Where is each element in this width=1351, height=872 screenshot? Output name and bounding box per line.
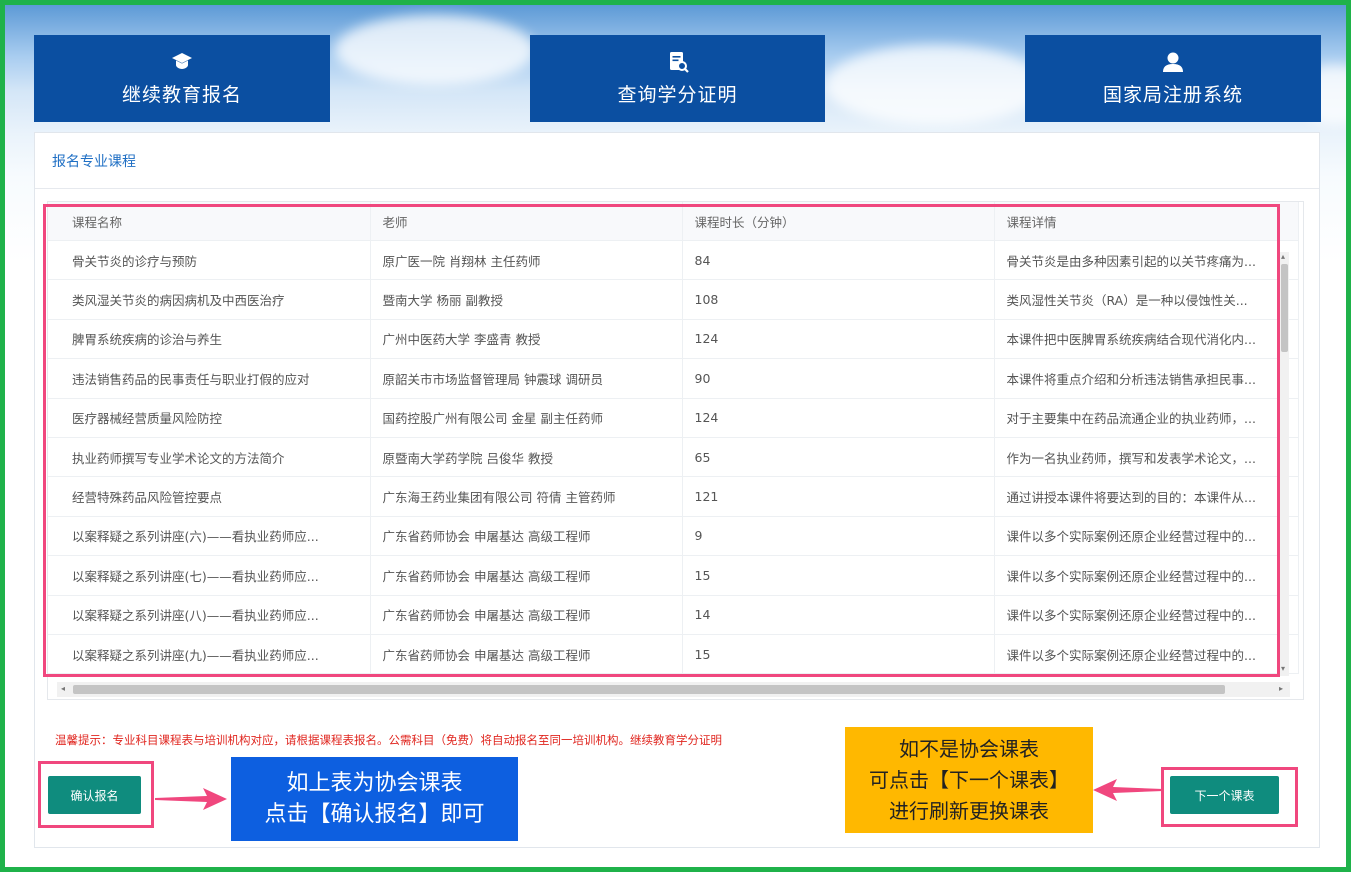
vertical-scrollbar-thumb[interactable] [1281,264,1288,352]
callout-line: 进行刷新更换课表 [889,798,1049,823]
table-highlight-box [43,204,1280,677]
next-schedule-button[interactable]: 下一个课表 [1170,776,1279,814]
scroll-down-arrow-icon[interactable]: ▾ [1281,664,1285,673]
callout-line: 如不是协会课表 [899,736,1039,761]
cloud-decoration [825,45,1045,125]
instruction-callout-yellow: 如不是协会课表 可点击【下一个课表】 进行刷新更换课表 [845,727,1093,833]
nav-button-enroll[interactable]: 继续教育报名 [34,35,330,122]
page-frame: 继续教育报名 查询学分证明 国家局注册系统 报名专业课程 课程名称 老师 课程时… [0,0,1351,872]
instruction-callout-blue: 如上表为协会课表 点击【确认报名】即可 [231,757,518,841]
nav-button-credit-query[interactable]: 查询学分证明 [530,35,825,122]
enrollment-hint: 温馨提示：专业科目课程表与培训机构对应，请根据课程表报名。公需科目（免费）将自动… [55,733,722,747]
cloud-decoration [335,15,535,85]
nav-button-label: 查询学分证明 [617,84,738,106]
nav-button-registration-system[interactable]: 国家局注册系统 [1025,35,1321,122]
document-search-icon [669,52,689,73]
scroll-up-arrow-icon[interactable]: ▴ [1281,252,1285,261]
callout-line: 可点击【下一个课表】 [869,767,1069,792]
pointer-arrow-left-icon [155,788,227,810]
graduation-cap-icon [172,53,192,69]
horizontal-scrollbar[interactable]: ◂ ▸ [57,682,1290,697]
panel-title: 报名专业课程 [52,154,136,170]
callout-line: 点击【确认报名】即可 [264,802,485,827]
horizontal-scrollbar-thumb[interactable] [73,685,1225,694]
user-icon [1163,52,1183,72]
scroll-left-arrow-icon[interactable]: ◂ [61,684,65,693]
scroll-right-arrow-icon[interactable]: ▸ [1279,684,1283,693]
callout-line: 如上表为协会课表 [286,771,463,796]
panel-divider [35,188,1319,189]
nav-button-label: 国家局注册系统 [1102,84,1243,106]
pointer-arrow-right-icon [1093,779,1163,801]
confirm-enroll-button[interactable]: 确认报名 [48,776,141,814]
vertical-scrollbar[interactable]: ▴ ▾ [1280,252,1289,676]
nav-button-label: 继续教育报名 [121,84,242,106]
